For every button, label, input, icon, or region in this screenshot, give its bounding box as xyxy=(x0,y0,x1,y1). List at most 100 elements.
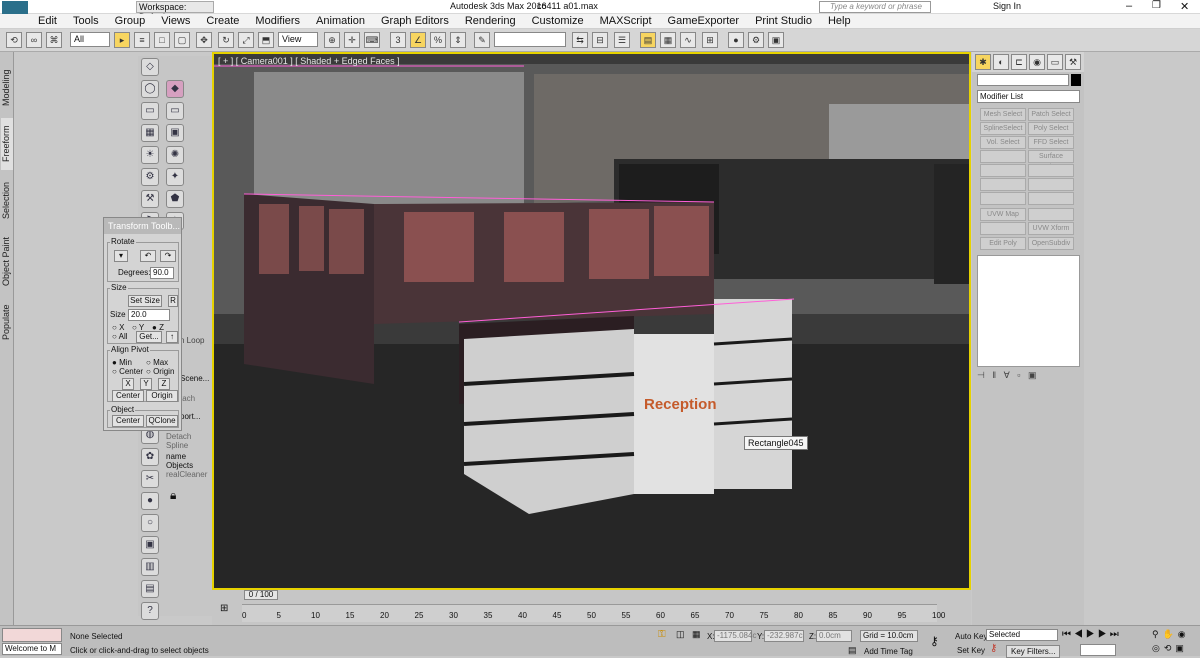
ref-coord-dropdown[interactable]: View xyxy=(278,32,318,47)
tab-populate[interactable]: Populate xyxy=(1,298,13,346)
pivot-center-radio[interactable]: ○ Center xyxy=(112,367,143,376)
side-item-scene[interactable]: Scene... xyxy=(180,374,209,383)
schematic-icon[interactable]: ⊞ xyxy=(702,32,718,48)
spinner-snap-icon[interactable]: ⇕ xyxy=(450,32,466,48)
pivot-origin-radio[interactable]: ○ Origin xyxy=(146,367,174,376)
script-listener-field[interactable] xyxy=(2,628,62,642)
z-coordinate-field[interactable]: 0.0cm xyxy=(816,630,852,642)
modifier-set-button-9[interactable] xyxy=(1028,164,1074,177)
size-r-button[interactable]: R xyxy=(168,295,178,307)
time-slider-frame[interactable]: 0 / 100 xyxy=(244,590,278,600)
window-icon[interactable]: ▣ xyxy=(141,536,159,554)
pivot-icon[interactable]: ⊕ xyxy=(324,32,340,48)
close-icon[interactable]: ✕ xyxy=(1180,0,1189,13)
get-button[interactable]: Get... xyxy=(136,331,162,343)
vol-select-button[interactable]: Vol. Select xyxy=(980,136,1026,149)
pivot-y-button[interactable]: Y xyxy=(140,378,152,390)
side-item-loop[interactable]: n Loop xyxy=(180,336,204,345)
transform-toolbox-title[interactable]: Transform Toolb... xyxy=(104,218,181,234)
ribbon-icon[interactable]: ▦ xyxy=(660,32,676,48)
remove-modifier-icon[interactable]: ▫ xyxy=(1017,370,1020,380)
size-input[interactable]: 20.0 xyxy=(128,309,170,321)
track-bar[interactable]: 0 5 10 15 20 25 30 35 40 45 50 55 60 65 70 75 80 85 90 95 10… xyxy=(242,604,945,622)
show-end-icon[interactable]: ‖ xyxy=(992,370,996,380)
plant-icon[interactable]: ✿ xyxy=(141,448,159,466)
rect-selection-icon[interactable]: □ xyxy=(154,32,170,48)
modifier-set-button-16[interactable] xyxy=(980,222,1026,235)
tool-a-icon[interactable]: ✦ xyxy=(166,168,184,186)
tab-freeform[interactable]: Freeform xyxy=(1,118,13,170)
modifier-set-button-10[interactable] xyxy=(980,178,1026,191)
modifier-stack[interactable] xyxy=(977,255,1080,367)
key-mode-dropdown[interactable]: Selected xyxy=(986,629,1058,641)
side-item-detach-spline[interactable]: Detach Spline xyxy=(166,432,212,450)
undo-icon[interactable]: ⟲ xyxy=(6,32,22,48)
menu-help[interactable]: Help xyxy=(820,14,859,29)
menu-animation[interactable]: Animation xyxy=(308,14,373,29)
modifier-set-button-6[interactable] xyxy=(980,150,1026,163)
gear-icon[interactable]: ⚙ xyxy=(141,168,159,186)
minimize-icon[interactable]: – xyxy=(1126,0,1132,12)
menu-maxscript[interactable]: MAXScript xyxy=(592,14,660,29)
snap-3-icon[interactable]: 3 xyxy=(390,32,406,48)
utilities-tab-icon[interactable]: ⚒ xyxy=(1065,54,1081,70)
grid-icon[interactable]: ▦ xyxy=(141,124,159,142)
modify-tab-icon[interactable]: ◐ xyxy=(993,54,1009,70)
lock-selection-icon[interactable]: ⚿ xyxy=(658,629,666,640)
patch-select-button[interactable]: Patch Select xyxy=(1028,108,1074,121)
pin-stack-icon[interactable]: ⊣ xyxy=(977,370,985,380)
axis-x-radio[interactable]: ○ X xyxy=(112,323,124,332)
monitor-icon[interactable]: ▭ xyxy=(166,102,184,120)
viewport-camera[interactable]: [ + ] [ Camera001 ] [ Shaded + Edged Fac… xyxy=(212,52,971,590)
rotate-ccw-icon[interactable]: ↶ xyxy=(140,250,156,262)
side-item-realcleaner[interactable]: realCleaner xyxy=(166,470,207,479)
key-filters-button[interactable]: Key Filters... xyxy=(1006,645,1061,658)
y-coordinate-field[interactable]: -232.987c xyxy=(764,630,804,642)
menu-modifiers[interactable]: Modifiers xyxy=(247,14,308,29)
workspace-dropdown[interactable]: Workspace: Default xyxy=(136,1,214,22)
material-editor-icon[interactable]: ● xyxy=(728,32,744,48)
menu-customize[interactable]: Customize xyxy=(524,14,592,29)
time-tag-icon[interactable]: ▤ xyxy=(848,645,857,656)
key-icon[interactable]: ⚷ xyxy=(930,634,939,648)
rotate-icon[interactable]: ↻ xyxy=(218,32,234,48)
modifier-set-button-15[interactable] xyxy=(1028,208,1074,221)
object-color-swatch[interactable] xyxy=(1071,74,1081,86)
box-icon[interactable]: ▭ xyxy=(141,102,159,120)
viewport-label[interactable]: [ + ] [ Camera001 ] [ Shaded + Edged Fac… xyxy=(218,56,400,66)
menu-edit[interactable]: Edit xyxy=(30,14,65,29)
menu-graph-editors[interactable]: Graph Editors xyxy=(373,14,457,29)
rotate-cw-icon[interactable]: ↷ xyxy=(160,250,176,262)
pivot-x-button[interactable]: X xyxy=(122,378,134,390)
selection-filter-dropdown[interactable]: All xyxy=(70,32,110,47)
spline-select-button[interactable]: SplineSelect xyxy=(980,122,1026,135)
render-frame-icon[interactable]: ▣ xyxy=(768,32,784,48)
modifier-set-button-8[interactable] xyxy=(980,164,1026,177)
edit-poly-button[interactable]: Edit Poly xyxy=(980,237,1026,250)
light-icon[interactable]: ☀ xyxy=(141,146,159,164)
pivot-max-radio[interactable]: ○ Max xyxy=(146,358,168,367)
file-icon[interactable]: ▤ xyxy=(141,580,159,598)
pivot-origin-button[interactable]: Origin xyxy=(146,390,178,402)
uvw-xform-button[interactable]: UVW Xform xyxy=(1028,222,1074,235)
sphere-shaded-icon[interactable]: ● xyxy=(141,492,159,510)
create-tab-icon[interactable]: ✱ xyxy=(975,54,991,70)
broom-icon[interactable]: ✂ xyxy=(141,470,159,488)
surface-select-button[interactable]: Surface Select xyxy=(1028,150,1074,171)
modifier-set-button-13[interactable] xyxy=(1028,192,1074,205)
display-tab-icon[interactable]: ▭ xyxy=(1047,54,1063,70)
add-time-tag-button[interactable]: Add Time Tag xyxy=(864,647,913,656)
isolate-icon[interactable]: ◫ xyxy=(676,629,685,640)
tool-b-icon[interactable]: ⬟ xyxy=(166,190,184,208)
qclone-button[interactable]: QClone xyxy=(146,415,178,427)
up-arrow-icon[interactable]: ↑ xyxy=(166,331,178,343)
angle-snap-icon[interactable]: ∠ xyxy=(410,32,426,48)
pivot-min-radio[interactable]: ● Min xyxy=(112,358,132,367)
menu-tools[interactable]: Tools xyxy=(65,14,107,29)
sign-in-link[interactable]: Sign In xyxy=(993,1,1021,11)
pivot-center-button[interactable]: Center xyxy=(112,390,144,402)
align-icon[interactable]: ⊟ xyxy=(592,32,608,48)
select-object-icon[interactable]: ▸ xyxy=(114,32,130,48)
atom-icon[interactable]: ✺ xyxy=(166,146,184,164)
axis-all-radio[interactable]: ○ All xyxy=(112,332,128,341)
